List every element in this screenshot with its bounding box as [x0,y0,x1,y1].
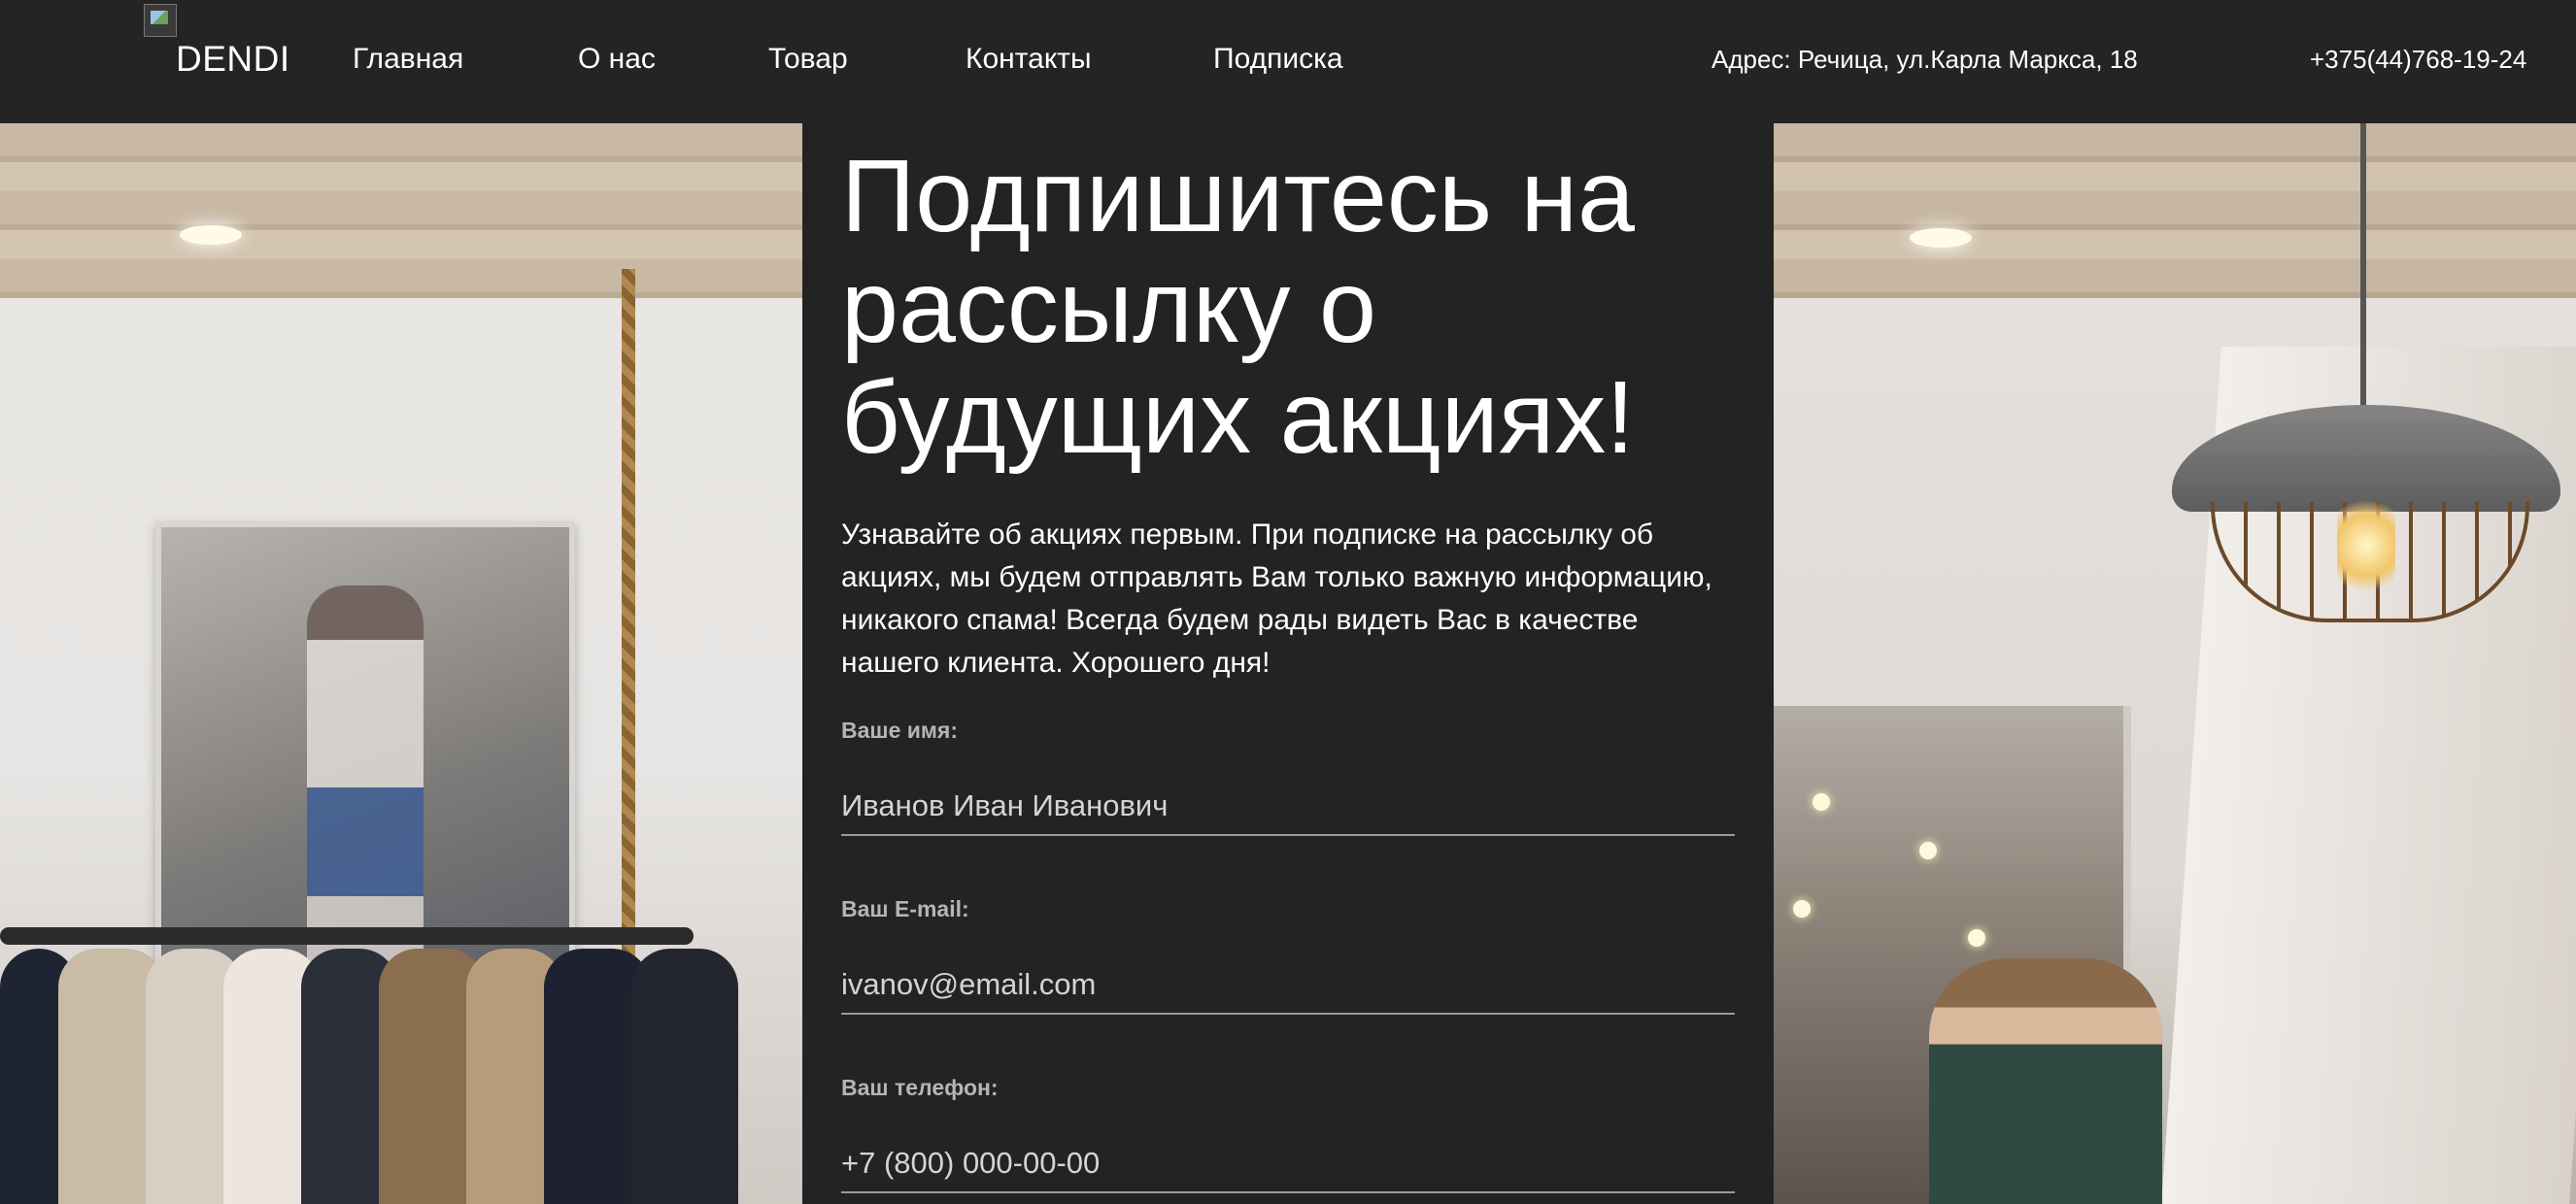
phone-field-label: Ваш телефон: [841,1075,999,1100]
header-phone[interactable]: +375(44)768-19-24 [2310,45,2526,75]
brand-logo-text[interactable]: DENDI [176,39,290,80]
mirror-light-icon [1919,842,1937,859]
name-input[interactable] [841,787,1735,836]
nav-link-subscribe[interactable]: Подписка [1213,43,1343,76]
clothing-rail [0,927,694,945]
background-right-side [1774,123,2576,1204]
nav-link-products[interactable]: Товар [768,43,848,76]
mirror-light-icon [1968,929,1985,947]
coat [631,949,738,1204]
subscribe-panel: Подпишитесь на рассылку о будущих акциях… [802,123,1774,1204]
background-left-side [0,123,802,1204]
name-field-label: Ваше имя: [841,718,958,743]
wall-poster [155,521,575,989]
light-bulb-icon [2337,492,2395,599]
hanging-clothes [0,949,738,1204]
wooden-ceiling [0,123,802,298]
logo-broken-image-icon[interactable] [144,4,177,37]
phone-input[interactable] [841,1145,1735,1193]
email-field-label: Ваш E-mail: [841,896,969,921]
nav-link-contacts[interactable]: Контакты [966,43,1092,76]
nav-link-home[interactable]: Главная [353,43,463,76]
ceiling-light-icon [180,225,242,245]
shopper-figure [1929,958,2162,1204]
subscribe-description: Узнавайте об акциях первым. При подписке… [841,518,1712,679]
header-address: Адрес: Речица, ул.Карла Маркса, 18 [1712,45,2138,74]
mirror-light-icon [1793,900,1811,918]
wooden-ceiling [1774,123,2576,298]
ceiling-light-icon [1910,228,1972,248]
email-input[interactable] [841,966,1735,1015]
hanging-rope [622,269,635,987]
poster-model-figure [307,585,424,974]
nav-link-about[interactable]: О нас [578,43,656,76]
mirror-light-icon [1813,793,1830,811]
site-header: DENDI Главная О нас Товар Контакты Подпи… [0,0,2576,123]
lamp-cord [2360,123,2366,415]
subscribe-title: Подпишитесь на рассылку о будущих акциях… [841,139,1635,475]
